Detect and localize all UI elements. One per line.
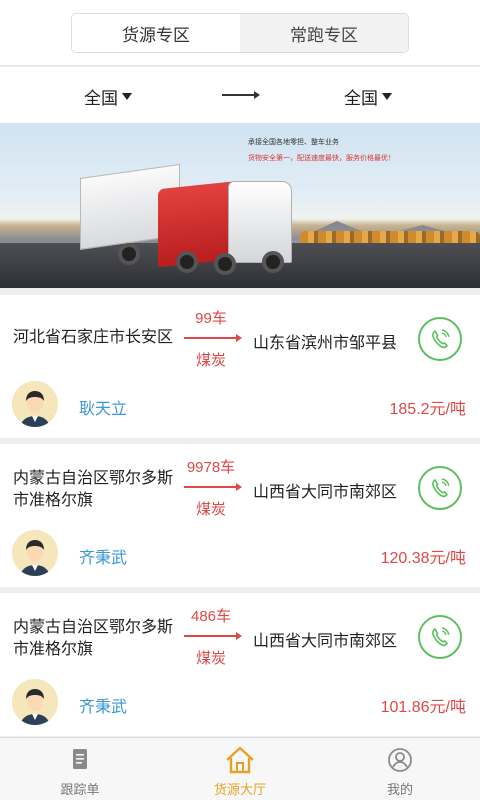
price: 101.86元/吨 — [380, 699, 466, 716]
route-filter-bar: 全国 全国 — [0, 67, 480, 123]
truck-count: 99车 — [195, 310, 227, 327]
route-arrow-icon — [184, 334, 242, 342]
cargo-listing-card[interactable]: 内蒙古自治区鄂尔多斯市准格尔旗 486车 煤炭 山西省大同市南郊区 齐秉武 10… — [0, 593, 480, 736]
avatar — [12, 530, 58, 576]
tab-tracking[interactable]: 跟踪单 — [0, 738, 160, 800]
tab-mine[interactable]: 我的 — [320, 738, 480, 800]
banner-white-truck — [228, 181, 292, 263]
cargo-listing-card[interactable]: 河北省石家庄市长安区 99车 煤炭 山东省滨州市邹平县 耿天立 185.2元/吨 — [0, 295, 480, 438]
tab-cargo-zone[interactable]: 货源专区 — [72, 14, 240, 52]
user-avatar-icon — [12, 679, 58, 725]
truck-wheel — [118, 243, 140, 265]
tab-cargo-hall-label: 货源大厅 — [213, 782, 266, 797]
phone-icon — [432, 627, 450, 647]
destination-region-dropdown[interactable]: 全国 — [344, 84, 392, 109]
tab-tracking-label: 跟踪单 — [60, 782, 100, 797]
chevron-down-icon — [382, 93, 392, 100]
avatar — [12, 679, 58, 725]
destination-address: 山西省大同市南郊区 — [253, 484, 398, 501]
document-icon — [73, 749, 87, 769]
route-arrow-icon — [184, 483, 242, 491]
truck-count: 9978车 — [186, 459, 236, 476]
cargo-listing-card[interactable]: 内蒙古自治区鄂尔多斯市准格尔旗 9978车 煤炭 山西省大同市南郊区 齐秉武 1… — [0, 444, 480, 587]
origin-region-dropdown[interactable]: 全国 — [84, 84, 132, 109]
tab-cargo-hall[interactable]: 货源大厅 — [160, 738, 320, 800]
truck-count: 486车 — [190, 608, 232, 625]
origin-address: 河北省石家庄市长安区 — [13, 329, 174, 346]
phone-call-button[interactable] — [418, 615, 462, 659]
user-avatar-icon — [12, 381, 58, 427]
avatar — [12, 381, 58, 427]
origin-address: 内蒙古自治区鄂尔多斯市准格尔旗 — [13, 619, 174, 658]
origin-region-label: 全国 — [84, 89, 118, 108]
phone-call-button[interactable] — [418, 466, 462, 510]
price: 185.2元/吨 — [389, 401, 467, 418]
cargo-type: 煤炭 — [195, 352, 226, 369]
destination-region-label: 全国 — [344, 89, 378, 108]
truck-wheel — [262, 251, 284, 273]
promo-banner[interactable]: 承接全国各地零担、整车业务 货物安全第一，配送速度最快，服务价格最优！ — [0, 123, 480, 288]
chevron-down-icon — [122, 93, 132, 100]
route-arrow-icon — [184, 632, 242, 640]
phone-call-button[interactable] — [418, 317, 462, 361]
origin-address: 内蒙古自治区鄂尔多斯市准格尔旗 — [13, 470, 174, 509]
contact-name[interactable]: 耿天立 — [79, 395, 127, 419]
cargo-type: 煤炭 — [195, 650, 226, 667]
destination-address: 山西省大同市南郊区 — [253, 633, 398, 650]
cargo-type: 煤炭 — [195, 501, 226, 518]
phone-icon — [432, 478, 450, 498]
arrow-right-icon — [222, 91, 260, 99]
user-icon — [388, 748, 412, 772]
segment-control: 货源专区 常跑专区 — [71, 13, 409, 53]
tab-mine-label: 我的 — [386, 782, 413, 797]
user-avatar-icon — [12, 530, 58, 576]
price: 120.38元/吨 — [380, 550, 466, 567]
bottom-tab-bar: 跟踪单 货源大厅 我的 — [0, 737, 480, 800]
truck-wheel — [214, 253, 236, 275]
truck-wheel — [176, 251, 198, 273]
tab-regular-routes[interactable]: 常跑专区 — [240, 14, 408, 52]
phone-icon — [432, 329, 450, 349]
banner-text-line2: 货物安全第一，配送速度最快，服务价格最优！ — [248, 155, 395, 162]
home-icon — [226, 746, 254, 774]
banner-text-line1: 承接全国各地零担、整车业务 — [248, 139, 339, 146]
contact-name[interactable]: 齐秉武 — [79, 693, 127, 717]
top-header: 货源专区 常跑专区 — [0, 0, 480, 66]
destination-address: 山东省滨州市邹平县 — [253, 335, 398, 352]
contact-name[interactable]: 齐秉武 — [79, 544, 127, 568]
